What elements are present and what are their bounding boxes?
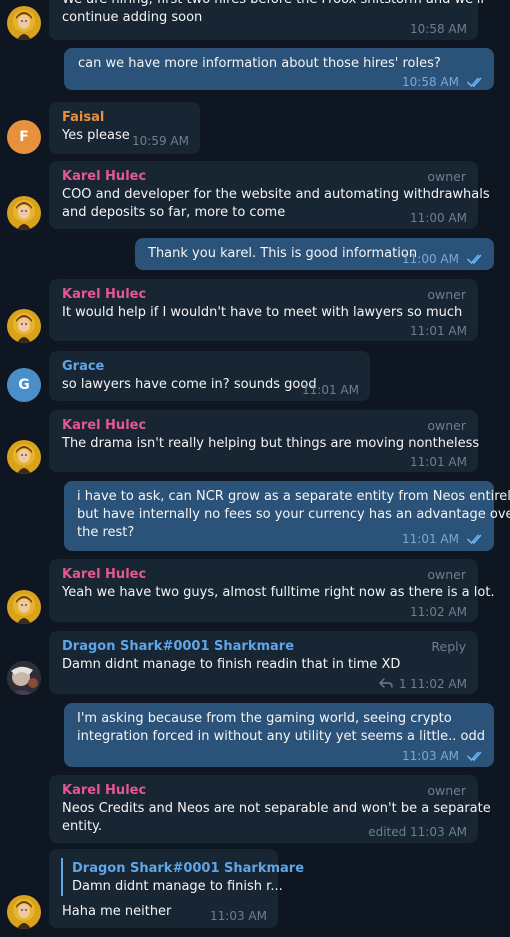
message-text: but have internally no fees so your curr…: [77, 507, 510, 522]
owner-badge: owner: [427, 418, 466, 433]
message-text: I'm asking because from the gaming world…: [77, 711, 452, 726]
message-time: 11:01 AM: [410, 455, 467, 469]
avatar-karel[interactable]: [7, 196, 41, 230]
message-bubble[interactable]: Grace so lawyers have come in? sounds go…: [49, 351, 370, 401]
message-text: continue adding soon: [62, 10, 203, 25]
message-bubble[interactable]: Karel Hulec owner Neos Credits and Neos …: [49, 775, 491, 843]
author-name[interactable]: Karel Hulec: [62, 566, 146, 584]
message-text: Yes please: [62, 128, 130, 143]
author-name[interactable]: Karel Hulec: [62, 286, 146, 304]
message-bubble-outgoing[interactable]: Thank you karel. This is good informatio…: [135, 238, 494, 270]
message-text: Neos Credits and Neos are not separable …: [62, 801, 491, 816]
message-text: and deposits so far, more to come: [62, 205, 286, 220]
author-name[interactable]: Dragon Shark#0001 Sharkmare: [62, 638, 294, 656]
message-time: 10:58 AM: [402, 75, 459, 89]
message-bubble[interactable]: We are hiring, first two hires before th…: [49, 0, 484, 40]
double-check-icon: [467, 253, 485, 265]
author-name[interactable]: Grace: [62, 358, 104, 376]
message-text: Damn didnt manage to finish readin that …: [62, 657, 401, 672]
avatar-dragon-shark[interactable]: [7, 661, 41, 695]
message-time: 11:02 AM: [410, 677, 467, 691]
message-bubble-outgoing[interactable]: i have to ask, can NCR grow as a separat…: [64, 481, 510, 551]
avatar-initial: G: [18, 377, 30, 393]
avatar-karel[interactable]: [7, 309, 41, 343]
chat-history[interactable]: We are hiring, first two hires before th…: [0, 0, 510, 937]
message-text: COO and developer for the website and au…: [62, 187, 490, 202]
message-text: the rest?: [77, 525, 135, 540]
message-text: integration forced in without any utilit…: [77, 729, 486, 744]
message-bubble-outgoing[interactable]: can we have more information about those…: [64, 48, 494, 90]
message-time: 11:03 AM: [210, 909, 267, 923]
double-check-icon: [467, 533, 485, 545]
message-time: 11:01 AM: [410, 324, 467, 338]
avatar-initial: F: [19, 129, 29, 145]
message-text: Haha me neither: [62, 904, 172, 919]
avatar-faisal[interactable]: F: [7, 120, 41, 154]
message-bubble[interactable]: Karel Hulec owner The drama isn't really…: [49, 410, 480, 472]
message-time: 11:02 AM: [410, 605, 467, 619]
author-name[interactable]: Karel Hulec: [62, 417, 146, 435]
author-name[interactable]: Faisal: [62, 109, 104, 127]
message-time: edited 11:03 AM: [368, 825, 467, 839]
message-time: 11:01 AM: [402, 532, 459, 546]
message-text: can we have more information about those…: [78, 56, 441, 71]
double-check-icon: [467, 76, 485, 88]
reply-count[interactable]: 1: [399, 676, 407, 692]
message-text: so lawyers have come in? sounds good: [62, 377, 317, 392]
author-name[interactable]: Karel Hulec: [62, 168, 146, 186]
message-text: Yeah we have two guys, almost fulltime r…: [62, 585, 495, 600]
owner-badge: owner: [427, 567, 466, 582]
message-bubble[interactable]: Karel Hulec owner COO and developer for …: [49, 161, 490, 229]
avatar-karel[interactable]: [7, 590, 41, 624]
owner-badge: owner: [427, 169, 466, 184]
message-bubble[interactable]: Karel Hulec owner Yeah we have two guys,…: [49, 559, 495, 622]
message-text: It would help if I wouldn't have to meet…: [62, 305, 463, 320]
message-time: 11:01 AM: [302, 383, 359, 397]
message-time: 11:03 AM: [402, 749, 459, 763]
message-bubble[interactable]: Dragon Shark#0001 Sharkmare Damn didnt m…: [49, 849, 304, 928]
message-text: Thank you karel. This is good informatio…: [148, 246, 418, 261]
message-time: 11:00 AM: [402, 252, 459, 266]
message-time: 10:58 AM: [410, 22, 467, 36]
message-time: 10:59 AM: [132, 134, 189, 148]
message-bubble[interactable]: Dragon Shark#0001 Sharkmare Reply Damn d…: [49, 631, 478, 694]
message-bubble[interactable]: Faisal Yes please 10:59 AM: [49, 102, 200, 154]
message-text: We are hiring, first two hires before th…: [62, 0, 484, 9]
avatar-karel[interactable]: [7, 895, 41, 929]
message-text: The drama isn't really helping but thing…: [62, 436, 480, 451]
author-name[interactable]: Karel Hulec: [62, 782, 146, 800]
owner-badge: owner: [427, 287, 466, 302]
reply-button[interactable]: Reply: [431, 638, 466, 656]
owner-badge: owner: [427, 783, 466, 798]
message-bubble-outgoing[interactable]: I'm asking because from the gaming world…: [64, 703, 494, 767]
message-text: entity.: [62, 819, 103, 834]
message-bubble[interactable]: Karel Hulec owner It would help if I wou…: [49, 279, 478, 341]
reply-quote[interactable]: Dragon Shark#0001 Sharkmare Damn didnt m…: [61, 858, 304, 896]
message-text: i have to ask, can NCR grow as a separat…: [77, 489, 510, 504]
quote-text: Damn didnt manage to finish r...: [72, 879, 283, 894]
message-time: 11:00 AM: [410, 211, 467, 225]
double-check-icon: [467, 750, 485, 762]
avatar-karel[interactable]: [7, 440, 41, 474]
avatar-karel[interactable]: [7, 6, 41, 40]
avatar-grace[interactable]: G: [7, 368, 41, 402]
reply-arrow-icon[interactable]: [379, 677, 393, 689]
quote-author: Dragon Shark#0001 Sharkmare: [72, 861, 305, 876]
